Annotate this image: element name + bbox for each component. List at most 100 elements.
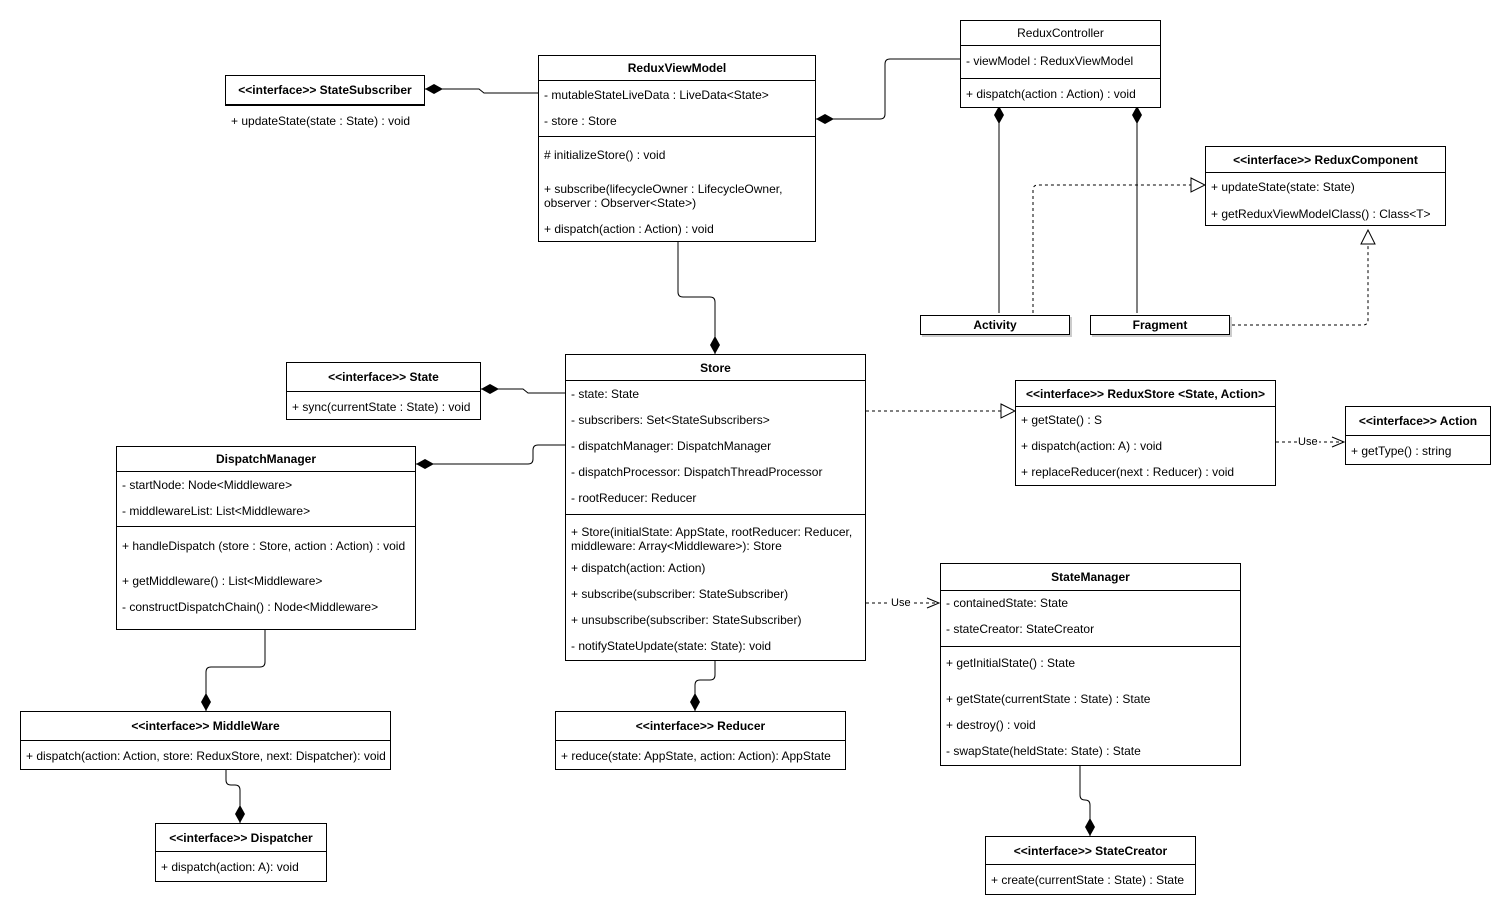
methods-section: + dispatch(action : Action) : void — [961, 79, 1160, 107]
member: + subscribe(lifecycleOwner : LifecycleOw… — [544, 182, 783, 210]
composition-dispatchmanager-middleware — [201, 629, 266, 711]
member: - viewModel : ReduxViewModel — [966, 54, 1134, 68]
class-redux-component[interactable]: <<interface>> ReduxComponent + updateStat… — [1205, 146, 1446, 226]
members-section: + dispatch(action: A): void — [156, 852, 326, 881]
class-title: <<interface>> ReduxComponent — [1206, 147, 1445, 173]
member: - mutableStateLiveData : LiveData<State> — [544, 88, 769, 102]
class-reducer[interactable]: <<interface>> Reducer + reduce(state: App… — [555, 711, 846, 770]
member: + replaceReducer(next : Reducer) : void — [1021, 465, 1235, 479]
member: + sync(currentState : State) : void — [292, 400, 471, 414]
member: # initializeStore() : void — [544, 148, 666, 162]
member: - rootReducer: Reducer — [571, 491, 697, 505]
composition-store-state — [481, 384, 565, 394]
member: + getMiddleware() : List<Middleware> — [122, 574, 323, 588]
methods-section: + getInitialState() : State + getState(cu… — [941, 647, 1240, 765]
member: + updateState(state: State) — [1211, 180, 1355, 194]
member: + dispatch(action : Action) : void — [966, 87, 1136, 101]
composition-store-viewmodel — [677, 241, 720, 354]
members-section: + dispatch(action: Action, store: ReduxS… — [21, 741, 390, 769]
class-title: <<interface>> StateCreator — [986, 837, 1195, 865]
member: + dispatch(action: A): void — [161, 860, 299, 874]
class-title: <<interface>> Action — [1346, 407, 1490, 436]
class-state-subscriber[interactable]: <<interface>> StateSubscriber + updateSta… — [225, 75, 425, 128]
member: + subscribe(subscriber: StateSubscriber) — [571, 587, 789, 601]
methods-section: + Store(initialState: AppState, rootRedu… — [566, 515, 865, 660]
member: - notifyStateUpdate(state: State): void — [571, 639, 772, 653]
class-title: <<interface>> State — [287, 363, 480, 392]
class-dispatcher[interactable]: <<interface>> Dispatcher + dispatch(actio… — [155, 823, 327, 882]
methods-section: + handleDispatch (store : Store, action … — [117, 527, 415, 629]
members-section: + getType() : string — [1346, 436, 1490, 464]
member: - middlewareList: List<Middleware> — [122, 504, 311, 518]
members-section: + getState() : S + dispatch(action: A) : … — [1016, 407, 1275, 485]
member: - subscribers: Set<StateSubscribers> — [571, 413, 770, 427]
composition-statemanager-statecreator — [1079, 764, 1095, 836]
class-title: ReduxViewModel — [539, 56, 815, 81]
members-section: + updateState(state: State) + getReduxVie… — [1206, 173, 1445, 225]
attributes-section: - state: State - subscribers: Set<StateSu… — [566, 381, 865, 515]
member: + dispatch(action: Action, store: ReduxS… — [26, 749, 386, 763]
members-section: + reduce(state: AppState, action: Action… — [556, 741, 845, 769]
attributes-section: - startNode: Node<Middleware> - middlewar… — [117, 472, 415, 527]
member: + unsubscribe(subscriber: StateSubscribe… — [571, 613, 802, 627]
member: + getReduxViewModelClass() : Class<T> — [1211, 207, 1431, 221]
member: + dispatch(action: A) : void — [1021, 439, 1163, 453]
member: - store : Store — [544, 114, 617, 128]
use-label-statemanager: Use — [890, 597, 912, 609]
class-action[interactable]: <<interface>> Action + getType() : string — [1345, 406, 1491, 465]
class-title: <<interface>> Dispatcher — [156, 824, 326, 852]
member: - dispatchProcessor: DispatchThreadProce… — [571, 465, 823, 479]
member: + create(currentState : State) : State — [991, 873, 1185, 887]
member: - startNode: Node<Middleware> — [122, 478, 293, 492]
class-state-creator[interactable]: <<interface>> StateCreator + create(curre… — [985, 836, 1196, 895]
members-section: + sync(currentState : State) : void — [287, 392, 480, 419]
class-title: ReduxController — [961, 21, 1160, 46]
class-redux-controller[interactable]: ReduxController - viewModel : ReduxViewMo… — [960, 20, 1161, 108]
class-fragment[interactable]: Fragment — [1090, 315, 1230, 335]
member: - containedState: State — [946, 596, 1069, 610]
attributes-section: - mutableStateLiveData : LiveData<State>… — [539, 81, 815, 137]
member: + dispatch(action : Action) : void — [544, 222, 714, 236]
class-redux-view-model[interactable]: ReduxViewModel - mutableStateLiveData : L… — [538, 55, 816, 242]
class-title: <<interface>> MiddleWare — [21, 712, 390, 741]
attributes-section: - containedState: State - stateCreator: S… — [941, 591, 1240, 647]
class-title: DispatchManager — [117, 447, 415, 472]
member: + getType() : string — [1351, 444, 1452, 458]
composition-viewmodel-statesubscriber — [425, 84, 538, 94]
member: + Store(initialState: AppState, rootRedu… — [571, 525, 853, 553]
methods-section: # initializeStore() : void + subscribe(li… — [539, 137, 815, 241]
member: + getState() : S — [1021, 413, 1103, 427]
use-label-action: Use — [1297, 436, 1319, 448]
class-store[interactable]: Store - state: State - subscribers: Set<St… — [565, 354, 866, 661]
member: + updateState(state : State) : void — [231, 114, 411, 128]
class-title: Store — [566, 355, 865, 381]
class-title: <<interface>> StateSubscriber — [226, 76, 424, 105]
member: - constructDispatchChain() : Node<Middle… — [122, 600, 379, 614]
member: + getState(currentState : State) : State — [946, 692, 1151, 706]
composition-middleware-dispatcher — [225, 768, 245, 823]
class-title: <<interface>> Reducer — [556, 712, 845, 741]
attributes-section: - viewModel : ReduxViewModel — [961, 46, 1160, 79]
class-redux-store[interactable]: <<interface>> ReduxStore <State, Action>… — [1015, 380, 1276, 486]
member: + dispatch(action: Action) — [571, 561, 706, 575]
realization-activity-reduxcomponent — [1032, 185, 1205, 313]
member: - swapState(heldState: State) : State — [946, 744, 1141, 758]
class-state-manager[interactable]: StateManager - containedState: State - sta… — [940, 563, 1241, 766]
composition-store-dispatchmanager — [416, 444, 565, 469]
member: - stateCreator: StateCreator — [946, 622, 1095, 636]
composition-controller-viewmodel — [816, 58, 960, 124]
class-state[interactable]: <<interface>> State + sync(currentState :… — [286, 362, 481, 420]
member: - dispatchManager: DispatchManager — [571, 439, 772, 453]
members-section: + create(currentState : State) : State — [986, 865, 1195, 894]
class-dispatch-manager[interactable]: DispatchManager - startNode: Node<Middlew… — [116, 446, 416, 630]
class-title: <<interface>> ReduxStore <State, Action> — [1016, 381, 1275, 407]
realization-fragment-reduxcomponent — [1232, 230, 1368, 326]
class-activity[interactable]: Activity — [920, 315, 1070, 335]
member: + getInitialState() : State — [946, 656, 1076, 670]
composition-store-reducer — [690, 659, 716, 711]
member: + destroy() : void — [946, 718, 1036, 732]
class-middleware[interactable]: <<interface>> MiddleWare + dispatch(actio… — [20, 711, 391, 770]
member: + reduce(state: AppState, action: Action… — [561, 749, 831, 763]
member: + handleDispatch (store : Store, action … — [122, 539, 406, 553]
member: - state: State — [571, 387, 640, 401]
